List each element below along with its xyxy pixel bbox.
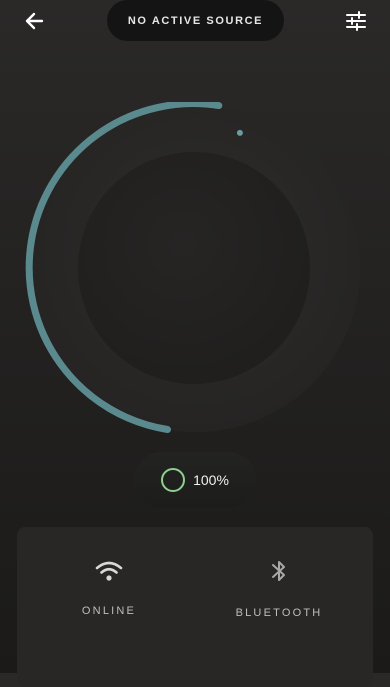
settings-button[interactable] [336, 8, 376, 38]
source-label: NO ACTIVE SOURCE [127, 14, 264, 27]
online-status[interactable]: ONLINE [39, 557, 179, 617]
volume-level-button[interactable]: 100% [134, 452, 256, 508]
volume-value: 100% [193, 472, 229, 488]
wifi-icon [95, 557, 123, 585]
back-button[interactable] [14, 8, 54, 38]
volume-ring-icon [161, 468, 186, 492]
bluetooth-label: BLUETOOTH [235, 607, 323, 619]
bluetooth-icon [271, 557, 287, 585]
dial-inner-disc [78, 152, 310, 384]
online-label: ONLINE [81, 605, 137, 617]
source-selector-button[interactable]: NO ACTIVE SOURCE [107, 0, 284, 41]
bluetooth-status[interactable]: BLUETOOTH [209, 557, 349, 619]
sliders-icon [345, 10, 367, 36]
arrow-left-icon [24, 12, 44, 35]
status-panel: ONLINE BLUETOOTH [17, 527, 373, 687]
volume-dial[interactable] [22, 100, 368, 434]
dial-indicator-dot[interactable] [236, 129, 243, 136]
